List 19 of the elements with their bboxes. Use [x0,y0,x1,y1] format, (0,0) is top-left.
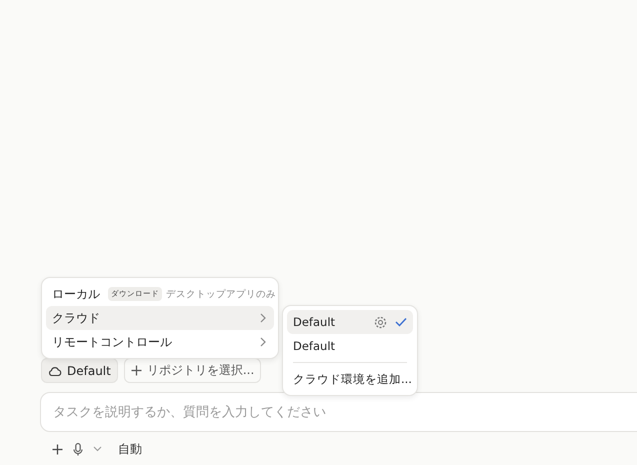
dropdown-button[interactable] [91,446,104,452]
repository-button[interactable]: リポジトリを選択... [124,358,262,383]
mode-button[interactable]: 自動 [116,440,144,458]
plus-icon [130,365,142,376]
environment-button[interactable]: Default [41,358,118,383]
environment-option[interactable]: Default [287,334,413,358]
task-input[interactable]: タスクを説明するか、質問を入力してください [40,392,637,432]
plus-icon [52,444,63,454]
chevron-down-icon [93,446,102,452]
environment-option[interactable]: Default [287,310,413,334]
menu-note: デスクトップアプリのみ [166,288,276,300]
microphone-button[interactable] [71,442,85,456]
menu-item[interactable]: クラウド [46,306,274,330]
cloud-icon [48,364,62,376]
add-button[interactable] [50,444,65,454]
menu-item[interactable]: リモートコントロール [46,330,274,354]
add-environment-item[interactable]: クラウド環境を追加... [287,367,413,391]
microphone-icon [73,442,83,456]
check-icon [395,317,407,327]
